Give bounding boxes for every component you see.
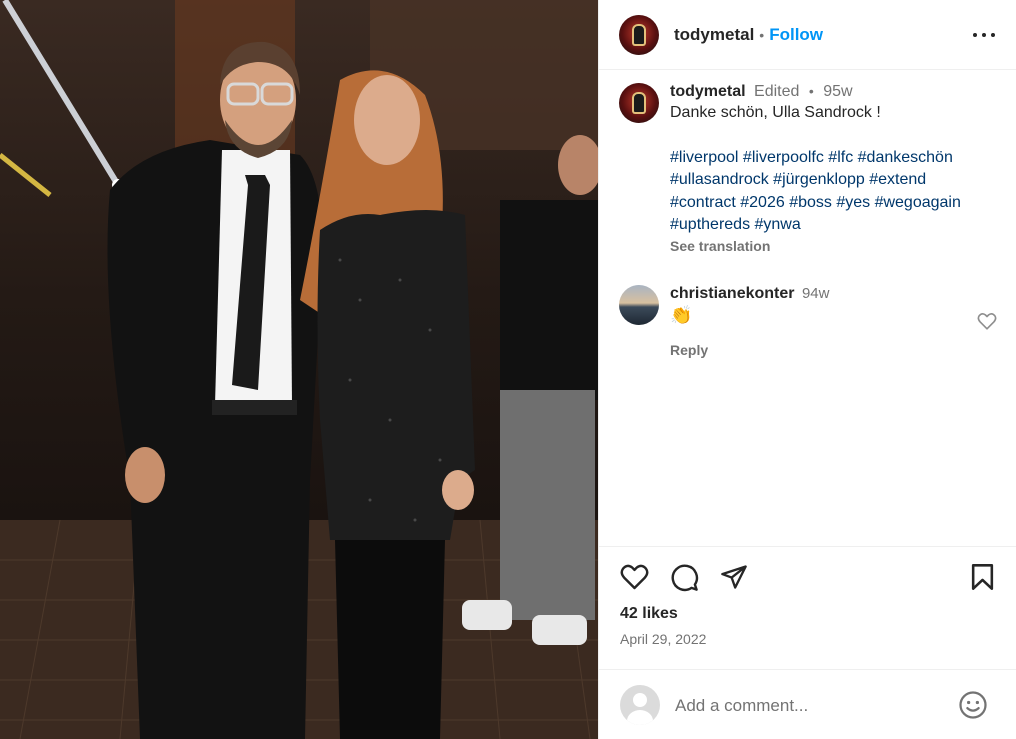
author-username[interactable]: todymetal (674, 25, 754, 45)
caption-text: Danke schön, Ulla Sandrock ! (670, 104, 881, 121)
follow-button[interactable]: Follow (769, 25, 823, 45)
reply-button[interactable]: Reply (670, 342, 829, 358)
bookmark-icon[interactable] (970, 563, 995, 591)
post-header: todymetal • Follow (599, 0, 1016, 70)
commenter-username[interactable]: christianekonter (670, 285, 794, 302)
post-photo[interactable] (0, 0, 598, 739)
caption-separator: • (808, 83, 814, 99)
post-image (0, 0, 598, 739)
emoji-icon[interactable] (958, 690, 988, 720)
author-avatar[interactable] (619, 14, 659, 55)
caption-body: todymetal Edited • 95w Danke schön, Ulla… (670, 83, 999, 254)
share-icon[interactable] (720, 563, 748, 591)
edited-label: Edited (754, 83, 800, 100)
post-date: April 29, 2022 (620, 631, 707, 647)
commenter-avatar[interactable] (619, 285, 659, 325)
hashtags-line-2[interactable]: #ullasandrock #jürgenklopp #extend (670, 171, 926, 188)
caption-time[interactable]: 95w (823, 83, 852, 100)
add-comment-input[interactable] (675, 692, 945, 720)
likes-count[interactable]: 42 likes (620, 605, 678, 623)
hashtag-list: #liverpool #liverpoolfc #lfc #dankeschön… (670, 147, 999, 237)
caption: todymetal Edited • 95w Danke schön, Ulla… (619, 83, 999, 254)
see-translation-link[interactable]: See translation (670, 238, 999, 254)
comment-text: 👏 (670, 305, 693, 325)
actions-divider (599, 546, 1016, 547)
heart-icon[interactable] (620, 563, 649, 590)
post-details-panel: todymetal • Follow todymetal Edited • 95… (598, 0, 1016, 739)
more-options-icon[interactable] (973, 24, 995, 46)
comment-divider (599, 669, 1016, 670)
header-separator: • (759, 26, 765, 43)
comment-body: christianekonter 94w 👏 Reply (670, 285, 829, 358)
comment-item: christianekonter 94w 👏 Reply (619, 285, 999, 358)
hashtags-line-1[interactable]: #liverpool #liverpoolfc #lfc #dankeschön (670, 149, 953, 166)
hashtags-line-4[interactable]: #upthereds #ynwa (670, 216, 801, 233)
comment-like-heart-icon[interactable] (977, 312, 997, 330)
caption-username[interactable]: todymetal (670, 83, 746, 100)
comment-time[interactable]: 94w (802, 285, 830, 302)
comment-icon[interactable] (670, 563, 699, 592)
hashtags-line-3[interactable]: #contract #2026 #boss #yes #wegoagain (670, 194, 961, 211)
caption-avatar[interactable] (619, 83, 659, 123)
current-user-avatar (620, 685, 660, 725)
